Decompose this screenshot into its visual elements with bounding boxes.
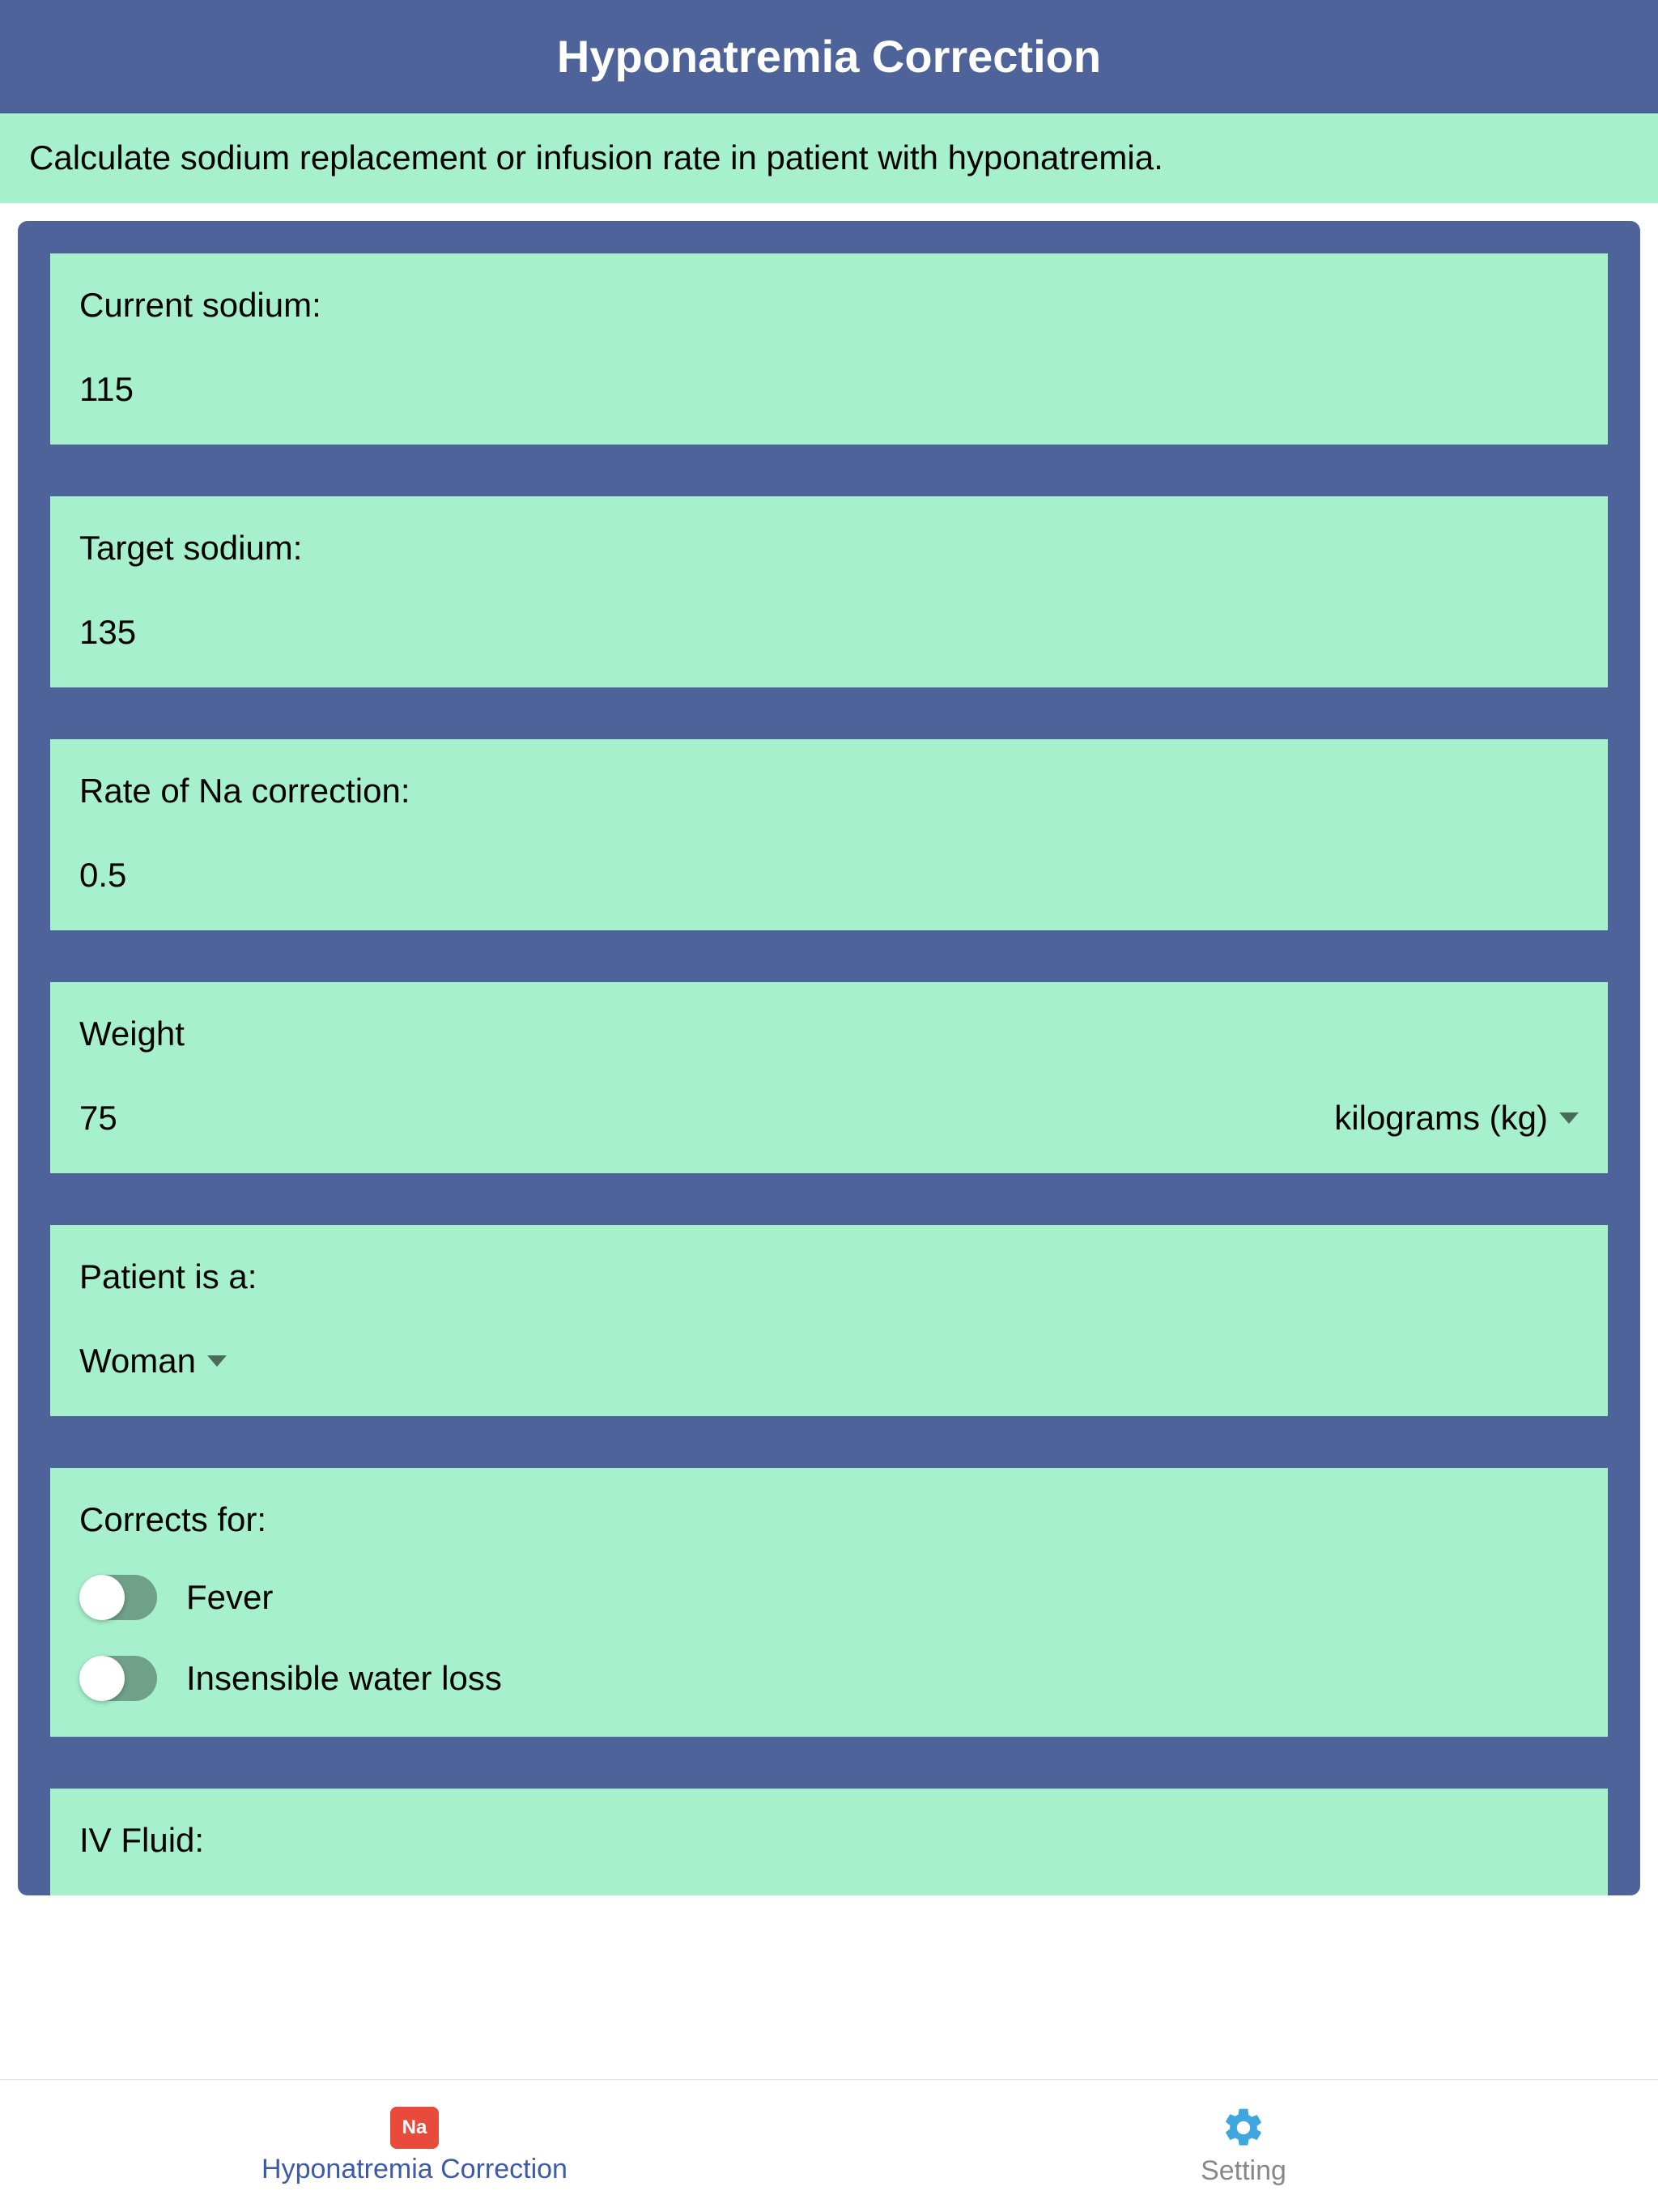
tab-label: Setting bbox=[1201, 2155, 1286, 2187]
field-patient-is[interactable]: Patient is a: Woman bbox=[50, 1225, 1608, 1416]
weight-unit-value: kilograms (kg) bbox=[1334, 1099, 1548, 1138]
field-target-sodium[interactable]: Target sodium: 135 bbox=[50, 496, 1608, 687]
rate-correction-input[interactable]: 0.5 bbox=[79, 856, 126, 895]
weight-input[interactable]: 75 bbox=[79, 1099, 117, 1138]
content-scroll[interactable]: Current sodium: 115 Target sodium: 135 R… bbox=[0, 203, 1658, 2079]
field-label: Target sodium: bbox=[79, 529, 1579, 568]
tab-hyponatremia-correction[interactable]: Na Hyponatremia Correction bbox=[0, 2080, 829, 2212]
patient-value: Woman bbox=[79, 1342, 196, 1380]
form-container: Current sodium: 115 Target sodium: 135 R… bbox=[18, 221, 1640, 1895]
tab-label: Hyponatremia Correction bbox=[261, 2154, 568, 2185]
toggle-knob bbox=[79, 1575, 125, 1620]
field-iv-fluid[interactable]: IV Fluid: bbox=[50, 1789, 1608, 1895]
chevron-down-icon bbox=[207, 1355, 227, 1367]
header: Hyponatremia Correction bbox=[0, 0, 1658, 113]
field-label: Corrects for: bbox=[79, 1500, 1579, 1539]
toggle-label: Fever bbox=[186, 1578, 273, 1617]
field-current-sodium[interactable]: Current sodium: 115 bbox=[50, 253, 1608, 445]
chevron-down-icon bbox=[1559, 1112, 1579, 1124]
gear-icon bbox=[1221, 2105, 1266, 2150]
field-corrects-for: Corrects for: Fever Insensible water los… bbox=[50, 1468, 1608, 1737]
tab-setting[interactable]: Setting bbox=[829, 2080, 1658, 2212]
field-label: Rate of Na correction: bbox=[79, 772, 1579, 810]
current-sodium-input[interactable]: 115 bbox=[79, 370, 134, 409]
description-bar: Calculate sodium replacement or infusion… bbox=[0, 113, 1658, 203]
field-rate-correction[interactable]: Rate of Na correction: 0.5 bbox=[50, 739, 1608, 930]
toggle-row-fever: Fever bbox=[79, 1575, 1579, 1620]
target-sodium-input[interactable]: 135 bbox=[79, 613, 136, 652]
field-label: Current sodium: bbox=[79, 286, 1579, 325]
toggle-knob bbox=[79, 1656, 125, 1701]
field-label: Patient is a: bbox=[79, 1257, 1579, 1296]
na-element-icon: Na bbox=[390, 2107, 439, 2149]
toggle-label: Insensible water loss bbox=[186, 1659, 502, 1698]
patient-select[interactable]: Woman bbox=[79, 1342, 227, 1380]
weight-unit-select[interactable]: kilograms (kg) bbox=[1334, 1099, 1579, 1138]
field-weight[interactable]: Weight 75 kilograms (kg) bbox=[50, 982, 1608, 1173]
tab-bar: Na Hyponatremia Correction Setting bbox=[0, 2079, 1658, 2212]
field-label: Weight bbox=[79, 1015, 1579, 1053]
field-label: IV Fluid: bbox=[79, 1821, 1579, 1860]
insensible-toggle[interactable] bbox=[79, 1656, 157, 1701]
fever-toggle[interactable] bbox=[79, 1575, 157, 1620]
toggle-row-insensible: Insensible water loss bbox=[79, 1656, 1579, 1701]
page-title: Hyponatremia Correction bbox=[557, 30, 1101, 83]
